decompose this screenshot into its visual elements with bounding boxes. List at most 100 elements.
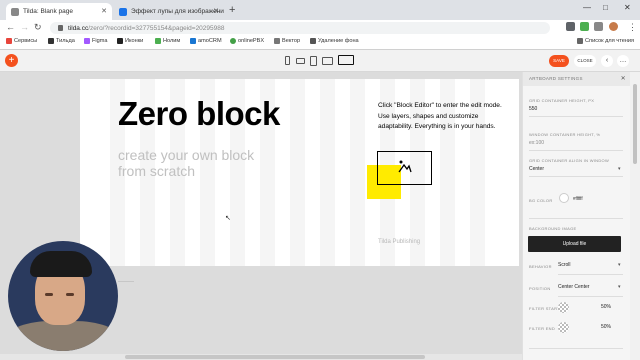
new-tab-icon[interactable]: + (229, 4, 235, 16)
maximize-icon[interactable]: □ (603, 3, 608, 12)
icons-icon (117, 38, 123, 44)
divider (529, 218, 623, 219)
chevron-down-icon[interactable]: ▾ (618, 262, 621, 268)
bgcolor-input[interactable]: #ffffff (573, 196, 583, 201)
panel-header: ARTBOARD SETTINGS ✕ (523, 72, 630, 86)
reload-icon[interactable]: ↻ (34, 22, 42, 33)
mouse-cursor-icon: ↖ (225, 215, 231, 222)
filter-start-input[interactable]: 50% (601, 304, 611, 310)
extension-icon[interactable] (580, 22, 589, 31)
window-height-label: WINDOW CONTAINER HEIGHT, % (529, 132, 601, 137)
window-close-icon[interactable]: ✕ (624, 3, 631, 12)
bgcolor-swatch[interactable] (559, 193, 569, 203)
tablet-landscape-icon[interactable] (322, 57, 333, 65)
url-host: tilda.cc (68, 24, 89, 32)
position-select[interactable]: Center Center (558, 284, 589, 290)
artboard-settings-panel: ARTBOARD SETTINGS ✕ GRID CONTAINER HEIGH… (522, 72, 630, 360)
scrollbar-thumb[interactable] (633, 84, 637, 164)
avatar[interactable] (609, 22, 618, 31)
translate-icon[interactable] (566, 22, 575, 31)
help-text[interactable]: Click "Block Editor" to enter the edit m… (378, 101, 513, 133)
bookmark-tilda[interactable]: Тильда (48, 38, 75, 44)
bookmark-amocrm[interactable]: amoCRM (190, 38, 222, 44)
presenter-shirt (8, 321, 118, 351)
bookmark-services[interactable]: Сервисы (6, 38, 37, 44)
bookmark-reading-list[interactable]: Список для чтения (577, 38, 634, 44)
editor-toolbar: + SAVE CLOSE ‹ … (0, 50, 640, 72)
site-favicon-icon (119, 7, 127, 16)
tab-magnifier-effect[interactable]: Эффект лупы для изображени ✕ (114, 3, 224, 20)
tab-close-icon[interactable]: ✕ (101, 7, 107, 15)
image-icon (398, 160, 412, 173)
filter-start-swatch[interactable] (558, 302, 569, 313)
chevron-down-icon[interactable]: ▾ (618, 284, 621, 290)
back-arrow-icon[interactable]: ← (6, 22, 15, 32)
bookmark-label: Список для чтения (585, 38, 635, 44)
bookmark-label: Вектор (282, 38, 301, 44)
tab-title: Эффект лупы для изображени (131, 8, 224, 15)
bookmark-label: Сервисы (14, 38, 38, 44)
nolim-icon (155, 38, 161, 44)
save-button[interactable]: SAVE (549, 55, 569, 67)
horizontal-scrollbar-thumb[interactable] (125, 355, 425, 359)
more-button[interactable]: … (617, 55, 629, 67)
grid-height-input[interactable]: 550 (529, 106, 537, 112)
image-placeholder[interactable] (377, 151, 432, 185)
behavior-label: BEHAVIOR (529, 264, 552, 269)
mobile-landscape-icon[interactable] (296, 58, 305, 64)
figma-icon (84, 38, 90, 44)
artboard[interactable]: Zero block create your own block from sc… (80, 79, 519, 266)
address-row: ← → ↻ tilda.cc/zero/?recordid=327755154&… (0, 20, 640, 36)
address-bar[interactable]: tilda.cc/zero/?recordid=327755154&pageid… (50, 22, 550, 34)
bookmark-label: onlinePBX (238, 38, 265, 44)
bookmark-label: Нолим (163, 38, 181, 44)
tab-tilda-blank-page[interactable]: Tilda: Blank page ✕ (6, 3, 112, 20)
lock-icon (58, 25, 63, 31)
amocrm-icon (190, 38, 196, 44)
tilda-publishing-label: Tilda Publishing (378, 239, 421, 245)
filter-start-label: FILTER START (529, 306, 560, 311)
tab-close-icon[interactable]: ✕ (213, 7, 219, 15)
bookmark-vector[interactable]: Вектор (274, 38, 300, 44)
upload-file-button[interactable]: Upload file (528, 236, 621, 252)
menu-dots-icon[interactable]: ⋮ (628, 22, 637, 33)
position-label: POSITION (529, 286, 551, 291)
bookmark-icons[interactable]: Иконки (117, 38, 143, 44)
add-element-button[interactable]: + (5, 54, 18, 67)
align-label: GRID CONTAINER ALIGN IN WINDOW (529, 158, 610, 163)
close-button[interactable]: CLOSE (574, 55, 596, 67)
divider (529, 348, 623, 349)
divider (529, 116, 623, 117)
divider (558, 274, 623, 275)
divider (558, 296, 623, 297)
url-path: /zero/?recordid=327755154&pageid=2029598… (88, 24, 225, 32)
bgimage-label: BACKGROUND IMAGE (529, 226, 577, 231)
align-select[interactable]: Center (529, 166, 544, 172)
chevron-down-icon[interactable]: ▾ (618, 166, 621, 172)
panel-close-icon[interactable]: ✕ (621, 72, 626, 86)
mobile-portrait-icon[interactable] (285, 56, 290, 65)
puzzle-icon[interactable] (594, 22, 603, 31)
tilda-icon (48, 38, 54, 44)
undo-button[interactable]: ‹ (601, 55, 613, 67)
bookmark-label: Удаление фона (318, 38, 359, 44)
behavior-select[interactable]: Scroll (558, 262, 571, 268)
bookmark-figma[interactable]: Figma (84, 38, 108, 44)
zero-block-title[interactable]: Zero block (118, 95, 280, 133)
remove-bg-icon (310, 38, 316, 44)
minimize-icon[interactable]: — (583, 3, 591, 12)
bookmark-nolim[interactable]: Нолим (155, 38, 180, 44)
filter-end-swatch[interactable] (558, 322, 569, 333)
panel-title: ARTBOARD SETTINGS (529, 76, 583, 81)
bookmark-remove-bg[interactable]: Удаление фона (310, 38, 359, 44)
filter-end-input[interactable]: 50% (601, 324, 611, 330)
vector-icon (274, 38, 280, 44)
desktop-icon[interactable] (338, 55, 354, 65)
divider (529, 176, 623, 177)
bookmark-label: amoCRM (198, 38, 222, 44)
bookmark-onlinepbx[interactable]: onlinePBX (230, 38, 264, 44)
window-height-input[interactable]: ex:100 (529, 140, 544, 146)
forward-arrow-icon[interactable]: → (20, 22, 29, 32)
zero-block-subtitle[interactable]: create your own block from scratch (118, 147, 268, 179)
tablet-portrait-icon[interactable] (310, 56, 317, 66)
